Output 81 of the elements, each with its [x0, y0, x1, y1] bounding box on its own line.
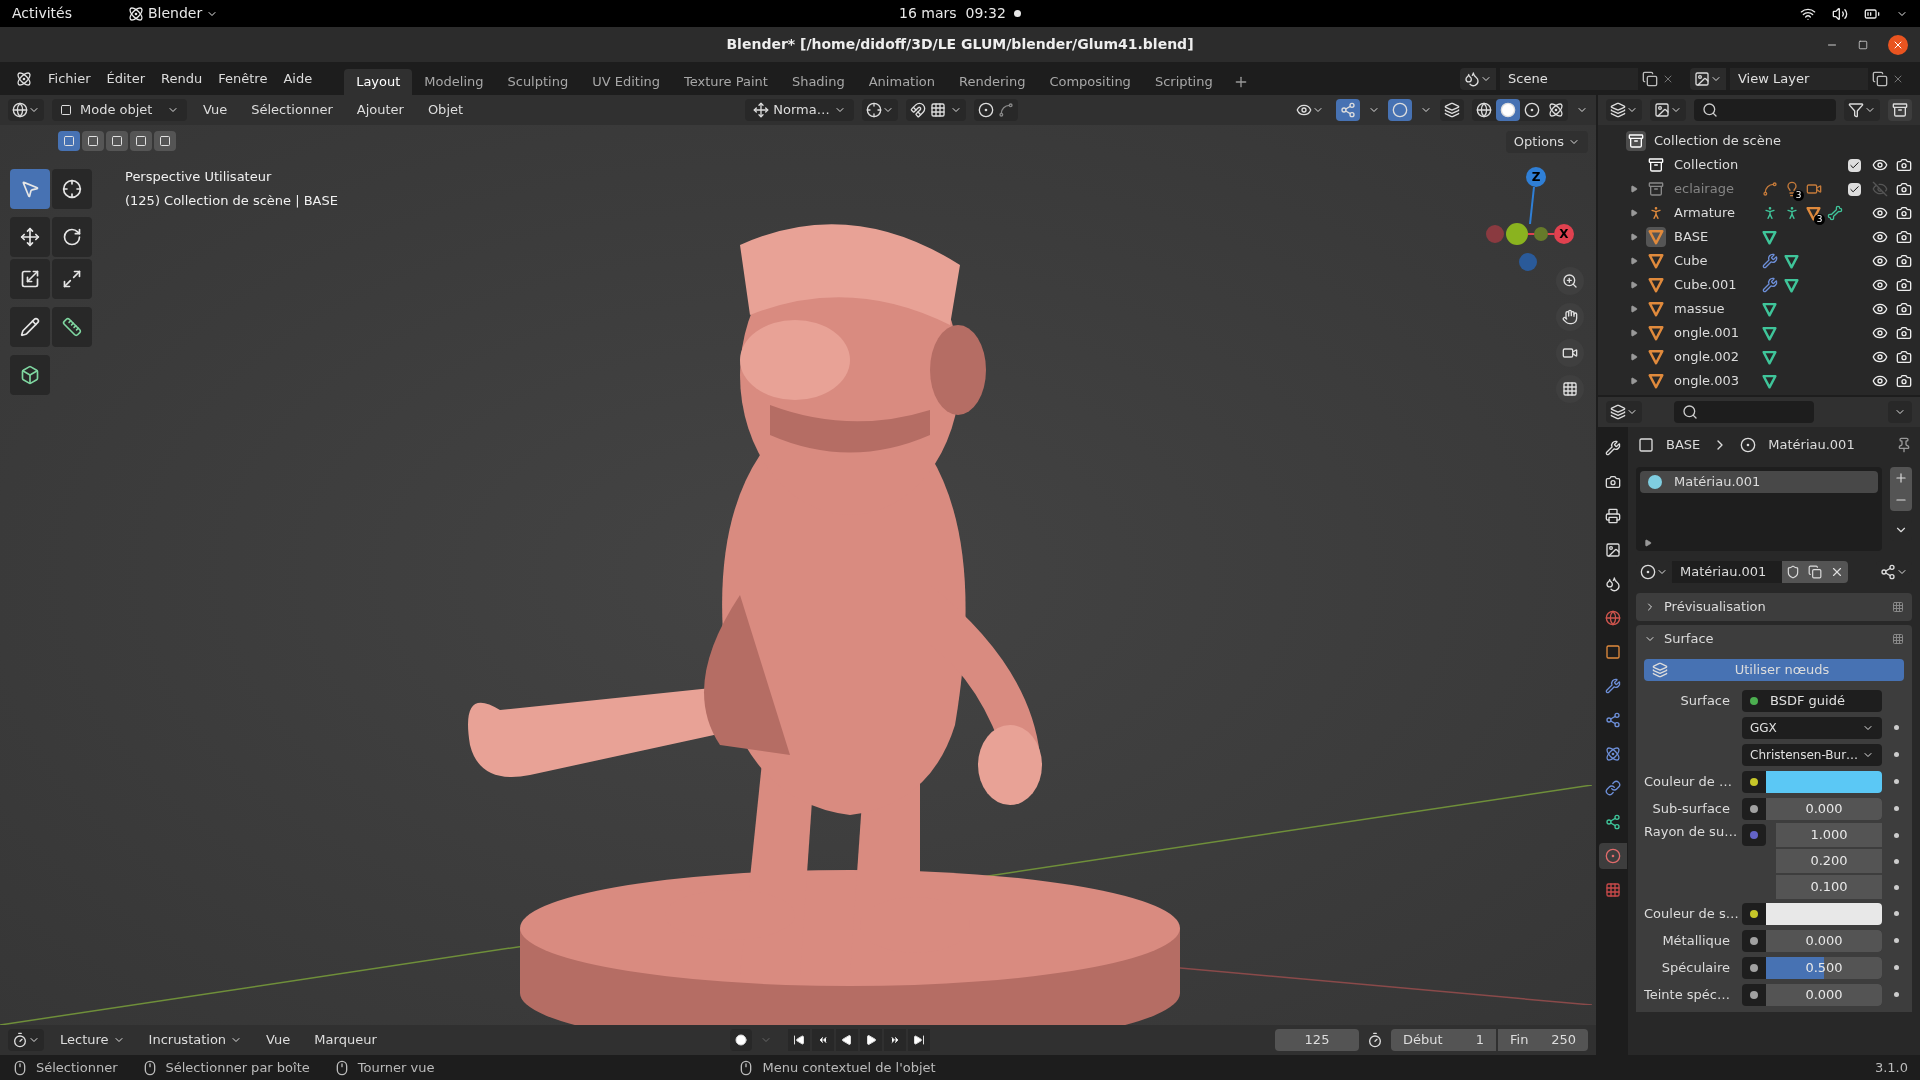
clock-text[interactable]: 16 mars 09:32: [899, 3, 1006, 24]
number-field[interactable]: 0.000: [1766, 983, 1882, 1006]
workspace-tab[interactable]: Shading: [779, 69, 857, 95]
axis-button[interactable]: X: [1554, 224, 1574, 244]
orientation-dropdown[interactable]: Norma…: [745, 99, 854, 121]
property-label: Teinte spéc…: [1644, 985, 1731, 1004]
outliner-item[interactable]: Armature: [1674, 203, 1762, 223]
number-field[interactable]: 0.200: [1776, 849, 1882, 873]
workspace-tab[interactable]: UV Editing: [580, 69, 672, 95]
shader-link-field[interactable]: BSDF guidé: [1742, 689, 1882, 712]
dropdown[interactable]: GGX: [1742, 716, 1882, 739]
view-layer-field[interactable]: View Layer: [1730, 67, 1868, 90]
workspace-tab[interactable]: Animation: [856, 69, 947, 95]
options-dropdown[interactable]: Options: [1505, 131, 1588, 153]
breadcrumb-item[interactable]: BASE: [1666, 435, 1701, 455]
menu-item[interactable]: Rendu: [153, 68, 211, 89]
slider-field[interactable]: 0.500: [1766, 956, 1882, 979]
material-slot[interactable]: Matériau.001: [1640, 471, 1878, 493]
use-nodes-button[interactable]: Utiliser nœuds: [1644, 659, 1904, 681]
timeline-menu[interactable]: Vue: [258, 1030, 299, 1050]
number-field[interactable]: 0.100: [1776, 875, 1882, 899]
workspace-tab[interactable]: Rendering: [947, 69, 1038, 95]
outliner-item[interactable]: ongle.003: [1674, 371, 1762, 391]
activities-button[interactable]: Activités: [12, 3, 72, 24]
menu-item[interactable]: Éditer: [98, 68, 154, 89]
menu-item[interactable]: Aide: [275, 68, 321, 89]
panel-header[interactable]: Surface: [1636, 625, 1912, 653]
timeline-menu[interactable]: Marqueur: [306, 1030, 385, 1050]
outliner-item[interactable]: ongle.001: [1674, 323, 1762, 343]
outliner-item[interactable]: Collection de scène: [1654, 131, 1781, 151]
viewport-info-text: (125) Collection de scène | BASE: [125, 191, 338, 210]
current-frame-field[interactable]: 125: [1275, 1029, 1359, 1051]
number-field[interactable]: 0.000: [1766, 797, 1882, 820]
menu-item[interactable]: Objet: [419, 100, 472, 120]
status-hint: Sélectionner: [36, 1058, 118, 1077]
status-hint: Menu contextuel de l'objet: [762, 1058, 936, 1077]
material-name-field[interactable]: Matériau.001: [1672, 561, 1782, 583]
menu-item[interactable]: Sélectionner: [243, 100, 341, 120]
start-frame-field[interactable]: Début 1: [1391, 1029, 1496, 1051]
outliner-item[interactable]: BASE: [1674, 227, 1762, 247]
timeline-menu[interactable]: Lecture: [52, 1030, 133, 1050]
number-field[interactable]: 0.000: [1766, 929, 1882, 952]
outliner-item[interactable]: massue: [1674, 299, 1762, 319]
scene-field[interactable]: Scene: [1500, 67, 1638, 90]
status-hint: Tourner vue: [357, 1058, 435, 1077]
menu-item[interactable]: Ajouter: [348, 100, 412, 120]
outliner-item[interactable]: Cube: [1674, 251, 1762, 271]
dropdown[interactable]: Christensen-Bur…: [1742, 743, 1882, 766]
workspace-tab[interactable]: Scripting: [1142, 69, 1225, 95]
viewport-info-text: Perspective Utilisateur: [125, 168, 273, 186]
window-title: Blender* [/home/didoff/3D/LE GLUM/blender/Glum41.blend]: [726, 35, 1194, 54]
workspace-tab[interactable]: Sculpting: [495, 69, 581, 95]
menu-item[interactable]: Vue: [195, 100, 236, 120]
workspace-tab[interactable]: Modeling: [412, 69, 496, 95]
property-label: Rayon de su…: [1644, 823, 1739, 841]
count-badge: 3: [1793, 190, 1804, 201]
property-label: Couleur de s…: [1644, 904, 1740, 923]
panel-header[interactable]: Prévisualisation: [1636, 593, 1912, 621]
version-text: 3.1.0: [1874, 1058, 1908, 1077]
menu-item[interactable]: Fichier: [40, 68, 99, 89]
menu-item[interactable]: Fenêtre: [210, 68, 276, 89]
workspace-tab[interactable]: Compositing: [1037, 69, 1143, 95]
property-label: Métallique: [1661, 931, 1731, 950]
count-badge: 3: [1814, 213, 1825, 225]
end-frame-field[interactable]: Fin 250: [1498, 1029, 1588, 1051]
workspace-tab[interactable]: Texture Paint: [672, 69, 780, 95]
axis-button[interactable]: Z: [1526, 167, 1546, 187]
property-label: Couleur de …: [1644, 772, 1733, 791]
number-field[interactable]: 1.000: [1776, 823, 1882, 847]
outliner-item[interactable]: Collection: [1674, 155, 1762, 175]
breadcrumb-item[interactable]: Matériau.001: [1768, 435, 1855, 455]
property-label: Surface: [1679, 691, 1731, 710]
property-label: Sub-surface: [1651, 799, 1731, 818]
workspace-tab[interactable]: Layout: [344, 69, 413, 95]
outliner-item[interactable]: Cube.001: [1674, 275, 1762, 295]
property-label: Spéculaire: [1660, 958, 1731, 977]
status-hint: Sélectionner par boîte: [165, 1058, 310, 1077]
mode-dropdown[interactable]: Mode objet: [52, 99, 187, 121]
outliner-item[interactable]: ongle.002: [1674, 347, 1762, 367]
app-menu-button[interactable]: Blender: [128, 3, 219, 24]
timeline-menu[interactable]: Incrustation: [140, 1030, 251, 1050]
